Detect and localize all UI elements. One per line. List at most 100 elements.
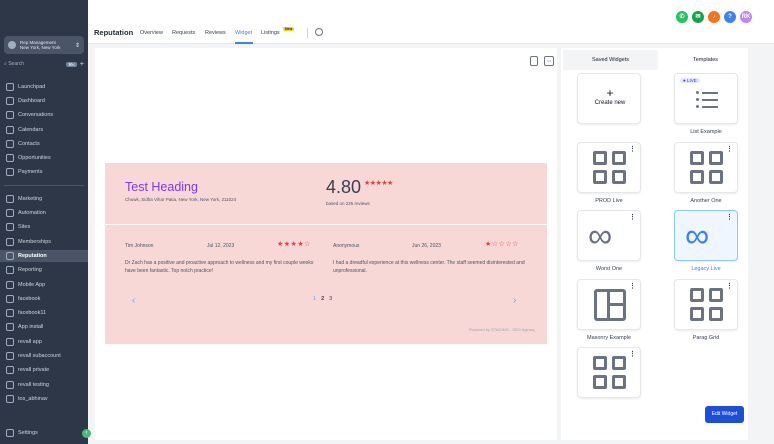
more-options-icon[interactable]: ⋮ [629, 213, 636, 221]
widget-card-parag-grid[interactable]: ⋮ [674, 279, 738, 330]
sidebar-item-tos-abhinav[interactable]: tos_abhinav [6, 393, 86, 405]
live-badge: ● LIVE [680, 78, 700, 83]
sidebar: Rep Management New York, New York ⇕ ⌕ Se… [0, 0, 88, 444]
megaphone-icon[interactable]: ✉ [692, 11, 704, 23]
sidebar-item-opportunities[interactable]: Opportunities [6, 152, 86, 164]
page-3[interactable]: 3 [329, 296, 332, 302]
sidebar-item-label: facebook11 [18, 310, 47, 316]
sidebar-item-reputation[interactable]: Reputation [0, 250, 88, 262]
widget-card-prod-live[interactable]: ⋮ [577, 142, 641, 193]
widget-card-label: Parag Grid [692, 335, 720, 341]
more-options-icon[interactable]: ⋮ [629, 282, 636, 290]
tab-reviews[interactable]: Reviews [205, 30, 226, 36]
gear-icon [6, 429, 14, 437]
more-options-icon[interactable]: ⋮ [629, 145, 636, 153]
sidebar-item-revall-private[interactable]: revall private [6, 364, 86, 376]
sidebar-item-label: revall app [18, 339, 42, 345]
tab-requests[interactable]: Requests [172, 30, 195, 36]
sidebar-item-payments[interactable]: Payments [6, 166, 86, 178]
sidebar-item-reporting[interactable]: Reporting [6, 264, 86, 276]
sidebar-item-sites[interactable]: Sites [6, 221, 86, 233]
sidebar-item-label: facebook [18, 296, 41, 302]
tab-overview[interactable]: Overview [140, 30, 163, 36]
widget-card-label: PROD Live [595, 198, 623, 204]
sidebar-item-contacts[interactable]: Contacts [6, 138, 86, 150]
wrench-icon [6, 309, 14, 317]
sidebar-item-calendars[interactable]: Calendars [6, 124, 86, 136]
launchpad-icon [6, 83, 14, 91]
create-label: Create new [594, 100, 626, 106]
infinity-icon: ∞ [588, 217, 613, 255]
sidebar-item-facebook[interactable]: facebook [6, 293, 86, 305]
sidebar-item-launchpad[interactable]: Launchpad [6, 81, 86, 93]
account-avatar [8, 41, 16, 49]
code-icon[interactable]: <> [544, 56, 554, 66]
sidebar-item-settings[interactable]: Settings [6, 427, 86, 439]
grid-icon [593, 151, 627, 185]
tab-saved-widgets[interactable]: Saved Widgets [563, 50, 658, 70]
active-tab-indicator [235, 42, 253, 44]
wrench-icon [6, 352, 14, 360]
sidebar-item-marketing[interactable]: Marketing [6, 193, 86, 205]
create-widget-card[interactable]: + Create new [577, 73, 641, 124]
sidebar-item-mobile-app[interactable]: Mobile App [6, 279, 86, 291]
widget-card-another-one[interactable]: ⋮ [674, 142, 738, 193]
review-stars: ★★★★☆ [277, 241, 311, 248]
sidebar-item-app-install[interactable]: App install [6, 321, 86, 333]
widget-card[interactable]: ⋮ [577, 347, 641, 398]
chevron-updown-icon: ⇕ [74, 42, 80, 49]
chevron-left-icon[interactable]: ‹ [132, 295, 135, 306]
new-badge: New [283, 27, 295, 31]
more-options-icon[interactable]: ⋮ [726, 282, 733, 290]
sidebar-item-revall-subaccount[interactable]: revall subaccount [6, 350, 86, 362]
infinity-icon: ∞ [685, 217, 710, 255]
chart-icon [6, 266, 14, 274]
mobile-view-icon[interactable] [530, 56, 538, 66]
plus-icon[interactable]: + [80, 61, 84, 68]
more-options-icon[interactable]: ⋮ [726, 145, 733, 153]
more-options-icon[interactable]: ⋮ [726, 213, 733, 221]
collapse-sidebar-button[interactable]: ‹ [82, 429, 91, 438]
review-date: Jun 26, 2023 [412, 243, 441, 249]
app-icon [6, 323, 14, 331]
powered-by: Powered by STAGING - SEO Agency [468, 327, 535, 332]
tab-widget[interactable]: Widget [235, 30, 252, 36]
tab-templates[interactable]: Templates [658, 50, 753, 70]
avatar[interactable]: RK [740, 11, 752, 23]
wifi-icon [6, 381, 14, 389]
widget-card-masonry-example[interactable]: ⋮ [577, 279, 641, 330]
masonry-icon [594, 289, 626, 321]
page-2[interactable]: 2 [321, 296, 324, 302]
page-1[interactable]: 1 [313, 296, 316, 302]
sidebar-item-revall-app[interactable]: revall app [6, 336, 86, 348]
chevron-right-icon[interactable]: › [513, 295, 516, 306]
sidebar-item-dashboard[interactable]: Dashboard [6, 95, 86, 107]
help-icon[interactable]: ? [724, 11, 736, 23]
pagination: 123 [313, 296, 332, 302]
account-switcher[interactable]: Rep Management New York, New York ⇕ [4, 36, 84, 54]
review-widget: Test Heading Chowk, Sidha Vihar Patia, N… [105, 163, 547, 344]
widget-card-worst-one[interactable]: ⋮ ∞ [577, 210, 641, 261]
phone-icon[interactable]: ✆ [676, 11, 688, 23]
page-title: Reputation [94, 28, 134, 37]
calendar-icon [6, 126, 14, 134]
bell-icon[interactable]: ♪ [708, 11, 720, 23]
sidebar-item-facebook11[interactable]: facebook11 [6, 307, 86, 319]
account-location: New York, New York [20, 45, 61, 50]
sidebar-item-automation[interactable]: Automation [6, 207, 86, 219]
tab-listings[interactable]: Listings [261, 30, 280, 36]
sidebar-item-label: Reputation [18, 253, 47, 259]
video-icon [6, 366, 14, 374]
sidebar-item-memberships[interactable]: Memberships [6, 236, 86, 248]
more-options-icon[interactable]: ⋮ [629, 350, 636, 358]
sidebar-item-conversations[interactable]: Conversations [6, 109, 86, 121]
edit-widget-button[interactable]: Edit Widget [705, 406, 744, 423]
gear-icon[interactable] [315, 28, 323, 36]
widget-card-list-example[interactable]: ● LIVE [674, 73, 738, 124]
widget-card-label: Worst One [595, 266, 623, 272]
search-shortcut: ⌘K [66, 61, 77, 67]
sidebar-item-label: Payments [18, 169, 43, 175]
sidebar-search[interactable]: ⌕ Search ⌘K + [4, 59, 84, 69]
widget-card-legacy-live[interactable]: ⋮ ∞ [674, 210, 738, 261]
sidebar-item-revall-testing[interactable]: revall testing [6, 379, 86, 391]
